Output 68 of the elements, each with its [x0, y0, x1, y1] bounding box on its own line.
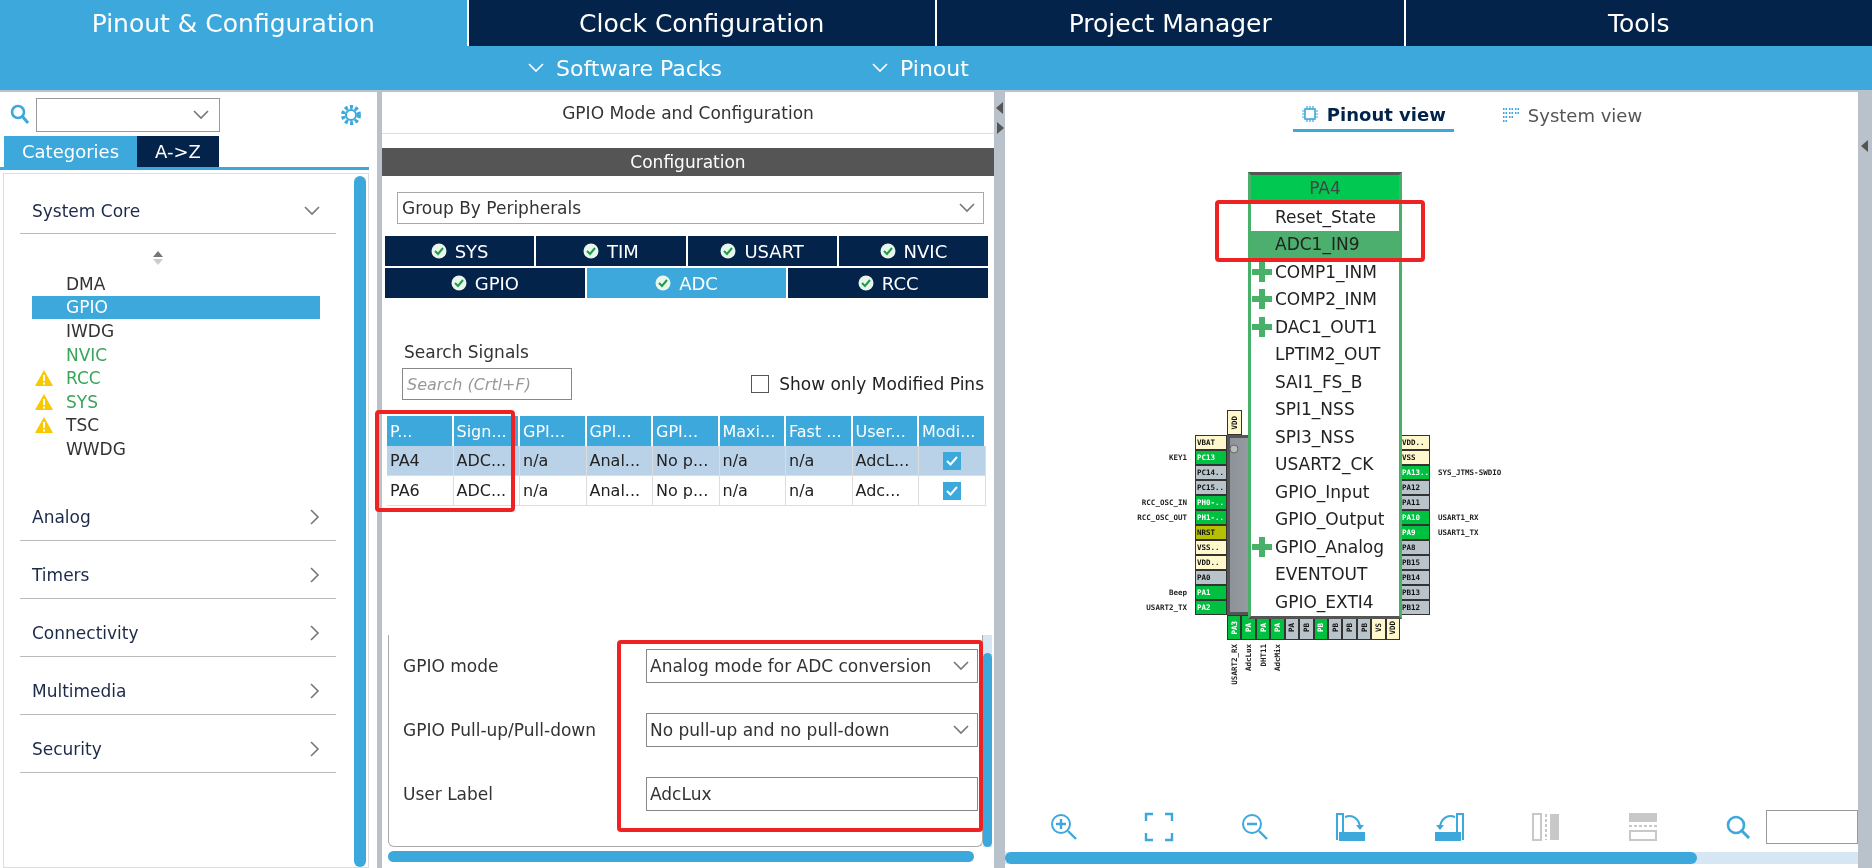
- table-cell: n/a: [786, 476, 853, 505]
- pin-name: PA4: [1251, 175, 1399, 203]
- dropdown[interactable]: Analog mode for ADC conversion: [646, 649, 978, 683]
- table-cell: Adc...: [852, 476, 919, 505]
- table-row[interactable]: PA4 ADC... n/a Anal... No p... n/a n/a AdcL...: [387, 446, 986, 476]
- peripheral-tab[interactable]: SYS: [385, 236, 535, 266]
- category-header[interactable]: Analog: [20, 494, 336, 541]
- field-label: User Label: [403, 784, 493, 804]
- menu-item[interactable]: EVENTOUT: [1251, 560, 1399, 588]
- section-header: Configuration: [382, 148, 994, 176]
- menu-item[interactable]: Reset_State: [1251, 203, 1399, 231]
- table-cell: ADC...: [453, 446, 520, 475]
- table-cell: Anal...: [586, 476, 653, 505]
- table-cell: n/a: [520, 446, 587, 475]
- field-label: GPIO mode: [403, 656, 499, 676]
- menu-item[interactable]: ADC1_IN9: [1251, 230, 1399, 258]
- menu-item[interactable]: USART2_CK: [1251, 450, 1399, 478]
- category-header[interactable]: Security: [20, 726, 336, 773]
- menu-item[interactable]: LPTIM2_OUT: [1251, 340, 1399, 368]
- menu-item[interactable]: GPIO_Input: [1251, 478, 1399, 506]
- view-tab[interactable]: System view: [1493, 102, 1651, 132]
- table-cell: n/a: [719, 446, 786, 475]
- main-tab[interactable]: Clock Configuration: [468, 0, 935, 46]
- peripheral-tab[interactable]: NVIC: [838, 236, 988, 266]
- table-row[interactable]: PA6 ADC... n/a Anal... No p... n/a n/a Adc...: [387, 476, 986, 506]
- peripheral-tab[interactable]: TIM: [536, 236, 686, 266]
- table-cell: PA6: [387, 476, 454, 505]
- peripheral-tab[interactable]: GPIO: [385, 268, 585, 298]
- view-tab[interactable]: A->Z: [137, 136, 219, 167]
- menu-item[interactable]: COMP2_INM: [1251, 285, 1399, 313]
- category-item[interactable]: DMA: [32, 272, 320, 296]
- show-modified-checkbox[interactable]: Show only Modified Pins: [751, 374, 984, 394]
- menu-item[interactable]: SPI1_NSS: [1251, 395, 1399, 423]
- menu-item[interactable]: SAI1_FS_B: [1251, 368, 1399, 396]
- menu-item[interactable]: COMP1_INM: [1251, 258, 1399, 286]
- table-cell: PA4: [387, 446, 454, 475]
- category-header[interactable]: Connectivity: [20, 610, 336, 657]
- category-header[interactable]: System Core: [20, 188, 336, 234]
- main-tab[interactable]: Project Manager: [937, 0, 1404, 46]
- panel-title: GPIO Mode and Configuration: [382, 92, 994, 134]
- main-tab[interactable]: Tools: [1405, 0, 1872, 46]
- table-cell: AdcL...: [852, 446, 919, 475]
- menu-item[interactable]: DAC1_OUT1: [1251, 313, 1399, 341]
- table-cell: n/a: [719, 476, 786, 505]
- field-label: GPIO Pull-up/Pull-down: [403, 720, 596, 740]
- category-header[interactable]: Multimedia: [20, 668, 336, 715]
- dropdown[interactable]: No pull-up and no pull-down: [646, 713, 978, 747]
- search-label: Search Signals: [404, 342, 530, 362]
- table-cell: No p...: [653, 446, 720, 475]
- view-tab[interactable]: Pinout view: [1292, 102, 1454, 132]
- menu-item[interactable]: SPI3_NSS: [1251, 423, 1399, 451]
- category-item[interactable]: WWDG: [32, 437, 320, 461]
- peripheral-tab[interactable]: USART: [687, 236, 837, 266]
- category-item[interactable]: IWDG: [32, 319, 320, 343]
- search-field[interactable]: Search (Crtl+F): [402, 368, 572, 400]
- table-cell: ADC...: [453, 476, 520, 505]
- menu-item[interactable]: GPIO_Analog: [1251, 533, 1399, 561]
- table-cell: n/a: [520, 476, 587, 505]
- text-field[interactable]: AdcLux: [646, 777, 978, 811]
- peripheral-tab[interactable]: RCC: [788, 268, 988, 298]
- group-by-dropdown[interactable]: Group By Peripherals: [397, 192, 984, 224]
- table-cell: Anal...: [586, 446, 653, 475]
- menu-item[interactable]: GPIO_Output: [1251, 505, 1399, 533]
- table-cell: n/a: [786, 446, 853, 475]
- menu-item[interactable]: GPIO_EXTI4: [1251, 588, 1399, 616]
- category-item[interactable]: TSC: [32, 413, 320, 438]
- category-header[interactable]: Timers: [20, 552, 336, 599]
- table-cell: No p...: [653, 476, 720, 505]
